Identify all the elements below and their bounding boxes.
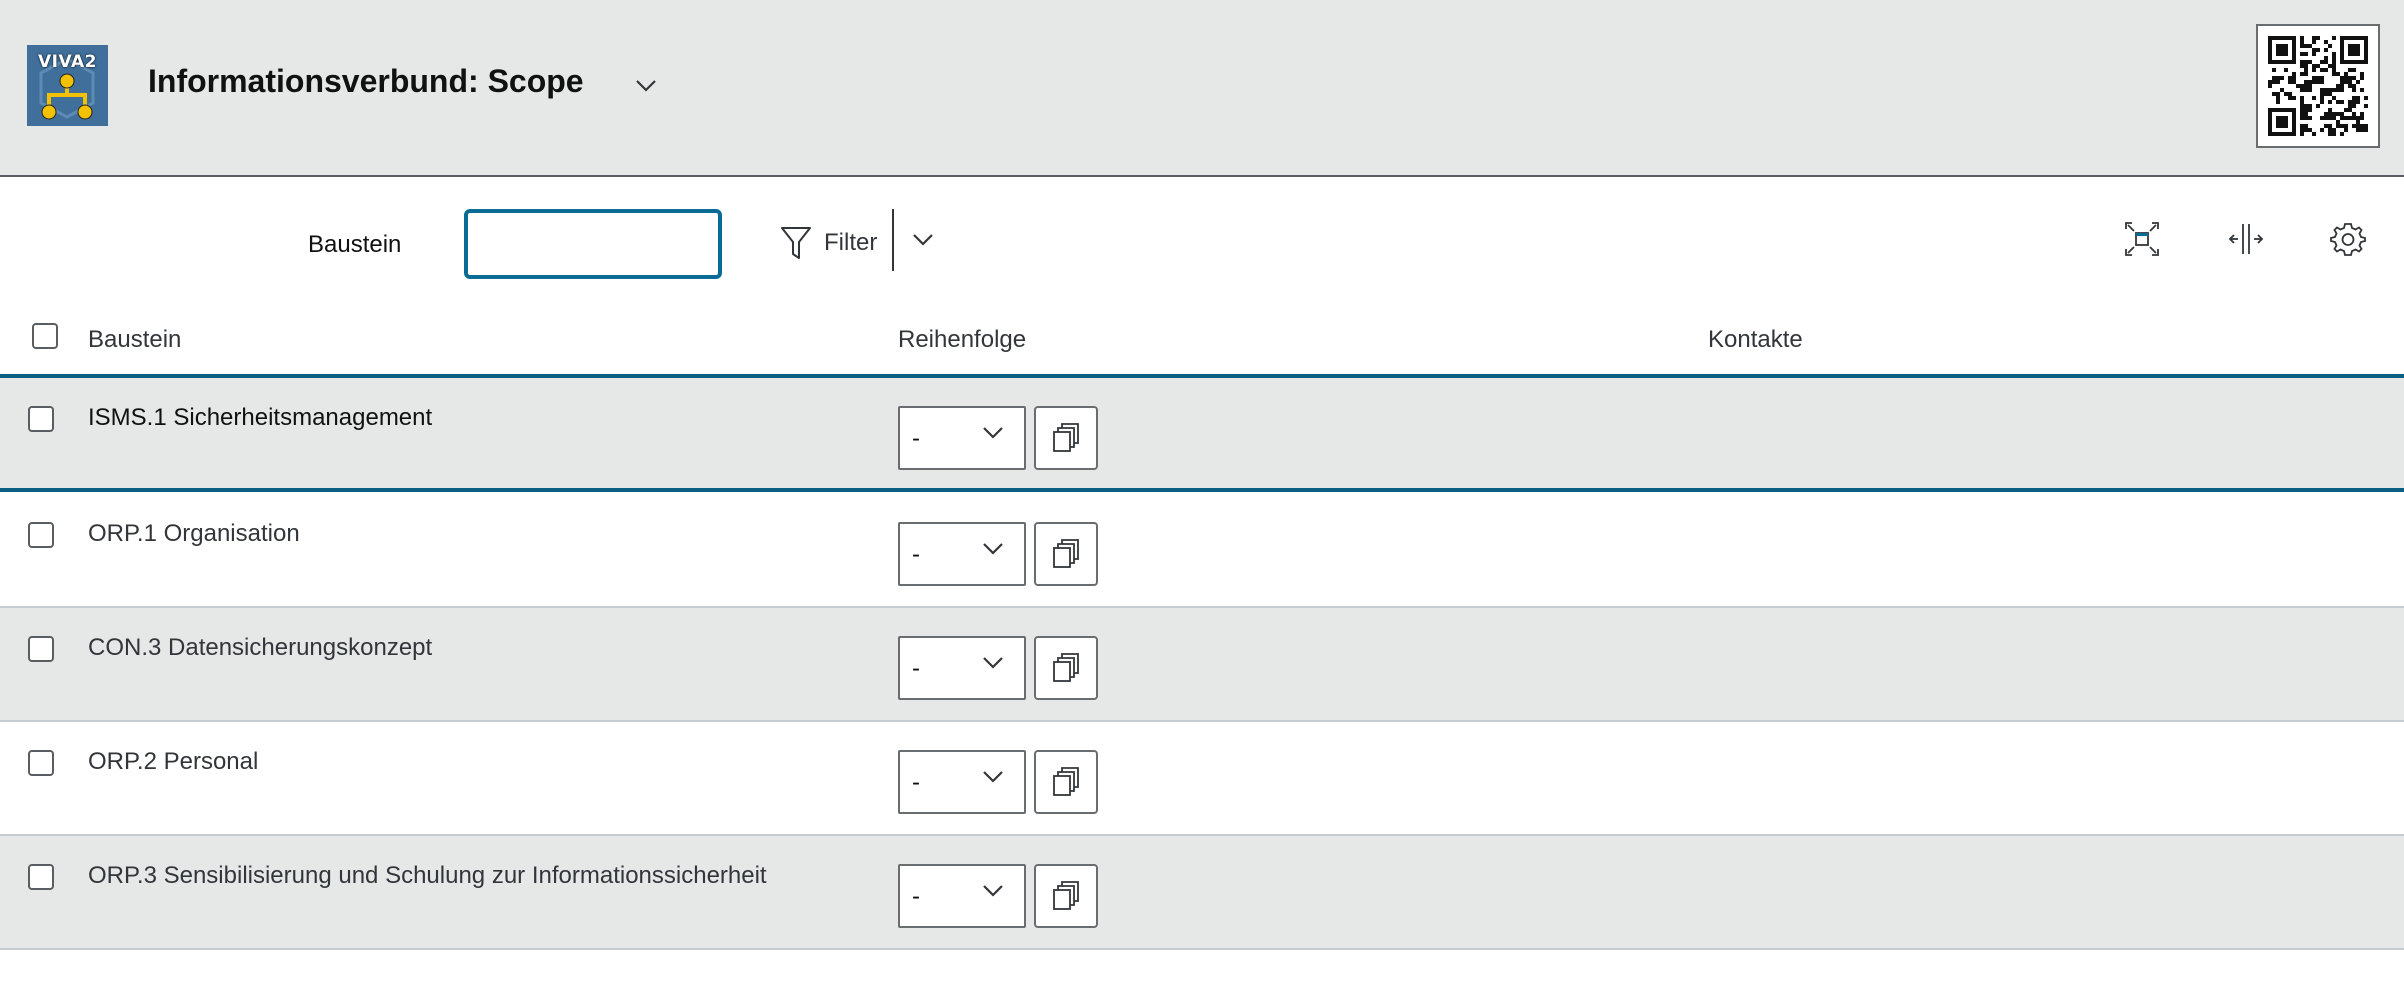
column-header-baustein[interactable]: Baustein — [88, 326, 181, 354]
column-header-kontakte[interactable]: Kontakte — [1708, 326, 1803, 354]
search-label: Baustein — [308, 231, 402, 258]
copy-icon — [1053, 423, 1079, 452]
filter-funnel-icon — [781, 227, 811, 259]
table-header: Baustein Reihenfolge Kontakte — [0, 304, 2404, 378]
order-select[interactable]: - — [898, 636, 1026, 700]
row-label: ORP.2 Personal — [88, 748, 259, 775]
chevron-down-icon — [983, 885, 1003, 897]
settings-gear-icon[interactable] — [2326, 217, 2370, 261]
row-checkbox[interactable] — [28, 864, 54, 890]
copy-button[interactable] — [1034, 522, 1098, 586]
filter-dropdown-chevron-icon[interactable] — [906, 223, 940, 257]
order-select[interactable]: - — [898, 750, 1026, 814]
table-row[interactable]: ISMS.1 Sicherheitsmanagement - — [0, 378, 2404, 492]
search-input[interactable] — [464, 209, 722, 279]
filter-toolbar: Baustein Filter — [0, 179, 2404, 304]
copy-button[interactable] — [1034, 750, 1098, 814]
logo-text: VIVA2 — [38, 52, 97, 72]
chevron-down-icon — [983, 771, 1003, 783]
order-select[interactable]: - — [898, 864, 1026, 928]
table-row[interactable]: CON.3 Datensicherungskonzept - — [0, 608, 2404, 722]
app-header: VIVA2 Informationsverbund: Scope — [0, 0, 2404, 177]
copy-icon — [1053, 653, 1079, 682]
chevron-down-icon[interactable] — [630, 70, 662, 102]
order-select-value: - — [912, 769, 920, 796]
filter-divider — [892, 209, 894, 271]
copy-icon — [1053, 767, 1079, 796]
select-all-checkbox[interactable] — [32, 323, 58, 349]
row-checkbox[interactable] — [28, 406, 54, 432]
order-select-value: - — [912, 883, 920, 910]
fit-screen-icon[interactable] — [2120, 217, 2164, 261]
app-logo: VIVA2 — [27, 45, 108, 126]
column-resize-icon[interactable] — [2224, 217, 2268, 261]
row-checkbox[interactable] — [28, 636, 54, 662]
qr-code-icon[interactable] — [2256, 24, 2380, 148]
table-row[interactable]: ORP.1 Organisation - — [0, 494, 2404, 608]
chevron-down-icon — [983, 427, 1003, 439]
filter-button[interactable]: Filter — [780, 213, 877, 273]
column-header-reihenfolge[interactable]: Reihenfolge — [898, 326, 1026, 354]
copy-button[interactable] — [1034, 864, 1098, 928]
copy-icon — [1053, 539, 1079, 568]
order-select-value: - — [912, 655, 920, 682]
row-label: ORP.1 Organisation — [88, 520, 300, 547]
row-checkbox[interactable] — [28, 750, 54, 776]
copy-button[interactable] — [1034, 406, 1098, 470]
table-row[interactable]: ORP.2 Personal - — [0, 722, 2404, 836]
table-row[interactable]: ORP.3 Sensibilisierung und Schulung zur … — [0, 836, 2404, 950]
order-select-value: - — [912, 541, 920, 568]
copy-button[interactable] — [1034, 636, 1098, 700]
copy-icon — [1053, 881, 1079, 910]
order-select[interactable]: - — [898, 522, 1026, 586]
page-title: Informationsverbund: Scope — [148, 63, 584, 99]
filter-label: Filter — [824, 229, 878, 256]
row-label: CON.3 Datensicherungskonzept — [88, 634, 433, 661]
chevron-down-icon — [983, 543, 1003, 555]
row-label: ORP.3 Sensibilisierung und Schulung zur … — [88, 862, 767, 889]
order-select[interactable]: - — [898, 406, 1026, 470]
row-checkbox[interactable] — [28, 522, 54, 548]
chevron-down-icon — [983, 657, 1003, 669]
order-select-value: - — [912, 425, 920, 452]
row-label: ISMS.1 Sicherheitsmanagement — [88, 404, 433, 431]
